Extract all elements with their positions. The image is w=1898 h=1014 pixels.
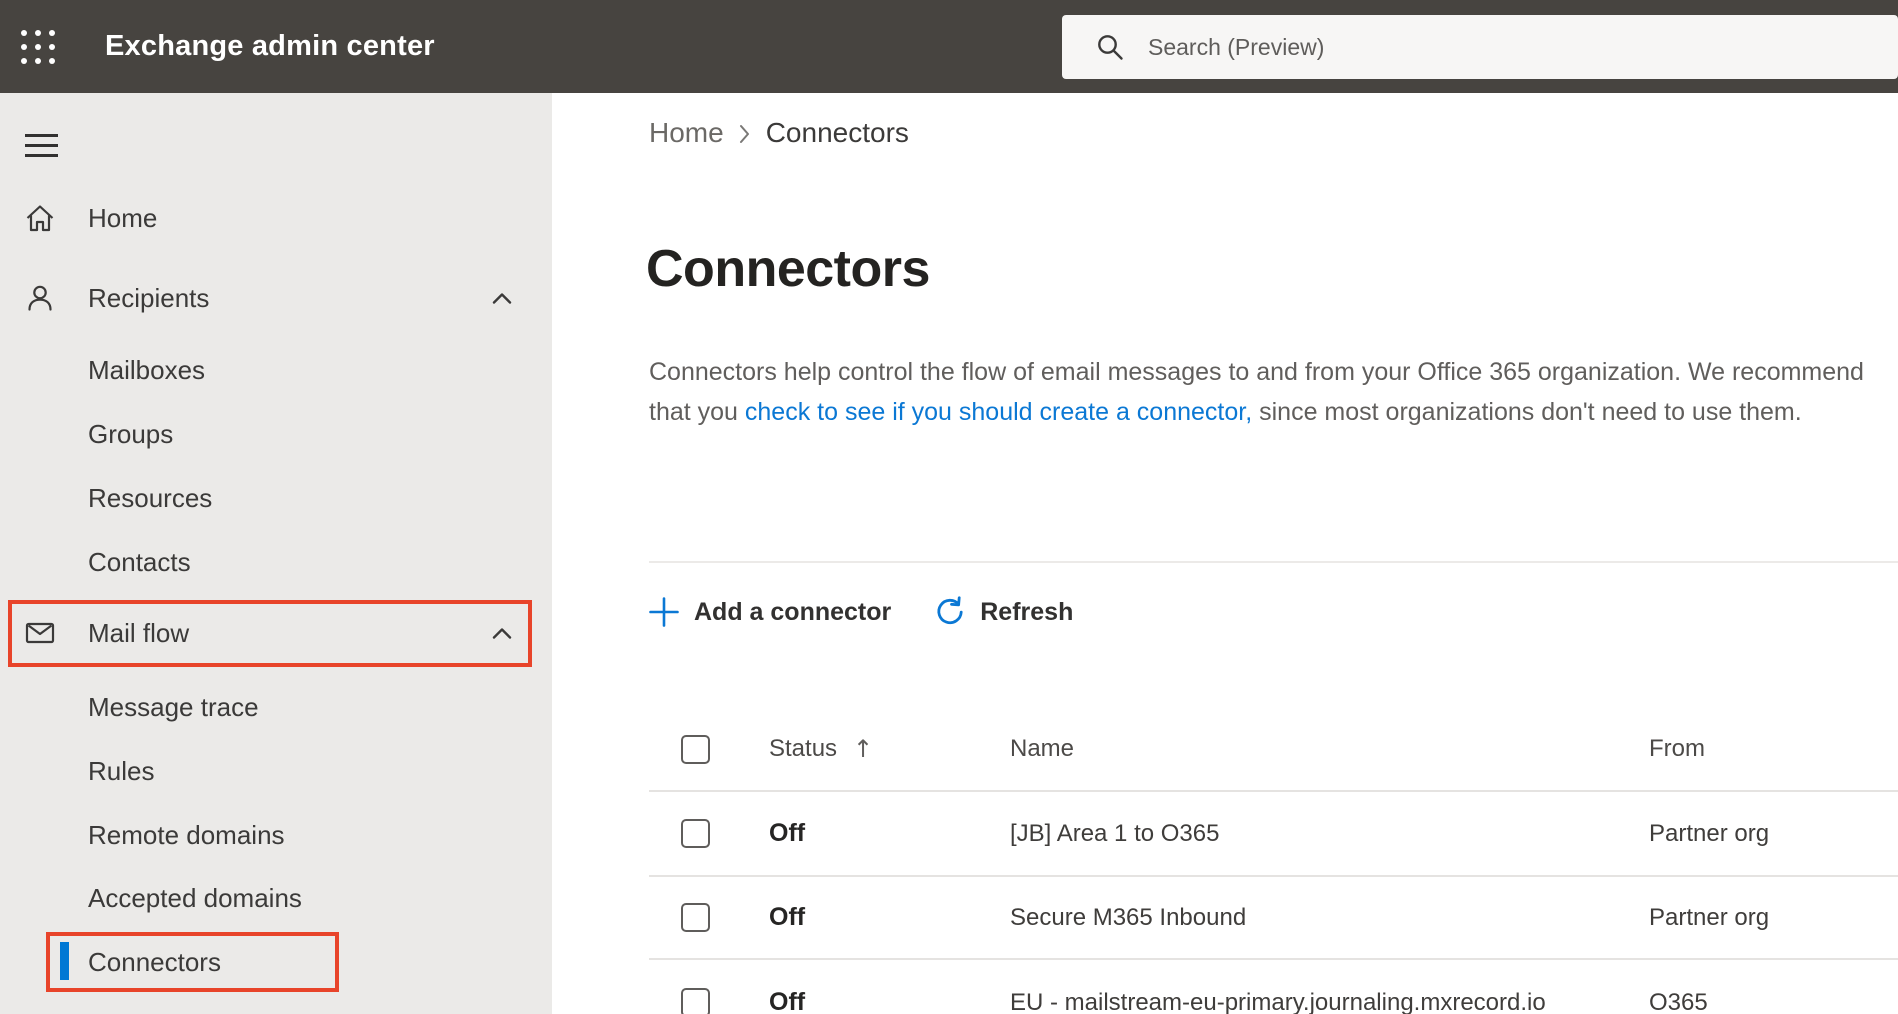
from-cell: Partner org bbox=[1649, 903, 1770, 931]
hamburger-menu-button[interactable] bbox=[25, 134, 58, 157]
sort-ascending-icon: ↑ bbox=[853, 735, 874, 763]
chevron-up-icon bbox=[490, 289, 514, 307]
search-input[interactable] bbox=[1148, 15, 1848, 79]
row-checkbox[interactable] bbox=[681, 988, 710, 1014]
search-box[interactable] bbox=[1062, 15, 1898, 79]
name-cell[interactable]: EU - mailstream-eu-primary.journaling.mx… bbox=[1010, 960, 1546, 1014]
chevron-up-icon bbox=[490, 624, 514, 642]
description-text-after: since most organizations don't need to u… bbox=[1252, 398, 1802, 426]
sidebar-item-mail-flow[interactable]: Mail flow bbox=[0, 601, 552, 665]
breadcrumb-current: Connectors bbox=[765, 117, 909, 148]
row-checkbox[interactable] bbox=[681, 819, 710, 848]
column-header-name[interactable]: Name bbox=[1010, 708, 1074, 790]
page-title: Connectors bbox=[646, 240, 930, 298]
app-header: Exchange admin center bbox=[0, 0, 1898, 93]
table-row: Off Secure M365 Inbound Partner org bbox=[649, 877, 1898, 960]
create-connector-check-link[interactable]: check to see if you should create a conn… bbox=[745, 398, 1252, 426]
sidebar-item-message-trace[interactable]: Message trace bbox=[0, 675, 552, 739]
app-launcher-icon[interactable] bbox=[21, 30, 55, 64]
exchange-admin-center: Exchange admin center Home bbox=[0, 0, 1898, 1014]
breadcrumb-home-link[interactable]: Home bbox=[649, 117, 724, 149]
plus-icon bbox=[649, 597, 679, 627]
sidebar-item-connectors[interactable]: Connectors bbox=[0, 930, 552, 994]
sidebar-item-contacts[interactable]: Contacts bbox=[0, 530, 552, 594]
sidebar-nav: Home Recipients Mailboxes Groups Resourc… bbox=[0, 93, 552, 1014]
row-checkbox[interactable] bbox=[681, 903, 710, 932]
main-content: Home Connectors Connectors Connectors he… bbox=[552, 93, 1898, 1014]
sidebar-item-accepted-domains[interactable]: Accepted domains bbox=[0, 866, 552, 930]
column-header-status[interactable]: Status ↑ bbox=[769, 708, 873, 790]
breadcrumb: Home Connectors bbox=[649, 111, 909, 155]
name-cell[interactable]: [JB] Area 1 to O365 bbox=[1010, 792, 1219, 875]
search-icon bbox=[1098, 35, 1123, 60]
sidebar-item-rules[interactable]: Rules bbox=[0, 739, 552, 803]
table-header-row: Status ↑ Name From bbox=[649, 708, 1898, 792]
refresh-icon bbox=[937, 596, 963, 625]
name-cell[interactable]: Secure M365 Inbound bbox=[1010, 877, 1246, 958]
refresh-button[interactable]: Refresh bbox=[933, 595, 1073, 629]
home-icon bbox=[23, 201, 57, 235]
sidebar-item-mailboxes[interactable]: Mailboxes bbox=[0, 338, 552, 402]
status-cell: Off bbox=[769, 819, 806, 847]
sidebar-item-recipients[interactable]: Recipients bbox=[0, 266, 552, 330]
app-title: Exchange admin center bbox=[105, 30, 435, 62]
breadcrumb-chevron-icon bbox=[739, 125, 749, 143]
sidebar-item-remote-domains[interactable]: Remote domains bbox=[0, 803, 552, 867]
from-cell: Partner org bbox=[1649, 819, 1770, 847]
toolbar-divider bbox=[649, 561, 1898, 563]
sidebar-item-groups[interactable]: Groups bbox=[0, 402, 552, 466]
column-header-from[interactable]: From bbox=[1649, 708, 1705, 790]
page-description: Connectors help control the flow of emai… bbox=[649, 352, 1898, 432]
status-cell: Off bbox=[769, 903, 806, 931]
mail-icon bbox=[23, 616, 57, 650]
add-connector-button[interactable]: Add a connector bbox=[647, 595, 891, 629]
connectors-table: Status ↑ Name From Off [JB] Area 1 to O3… bbox=[649, 708, 1898, 1014]
from-cell: O365 bbox=[1649, 988, 1708, 1014]
select-all-checkbox[interactable] bbox=[681, 734, 710, 764]
selected-item-indicator bbox=[60, 942, 69, 980]
sidebar-item-home[interactable]: Home bbox=[0, 186, 552, 250]
toolbar: Add a connector Refresh bbox=[647, 587, 1073, 637]
status-cell: Off bbox=[769, 988, 806, 1014]
person-icon bbox=[23, 281, 57, 315]
table-row: Off EU - mailstream-eu-primary.journalin… bbox=[649, 960, 1898, 1014]
table-row: Off [JB] Area 1 to O365 Partner org bbox=[649, 792, 1898, 877]
sidebar-item-resources[interactable]: Resources bbox=[0, 466, 552, 530]
